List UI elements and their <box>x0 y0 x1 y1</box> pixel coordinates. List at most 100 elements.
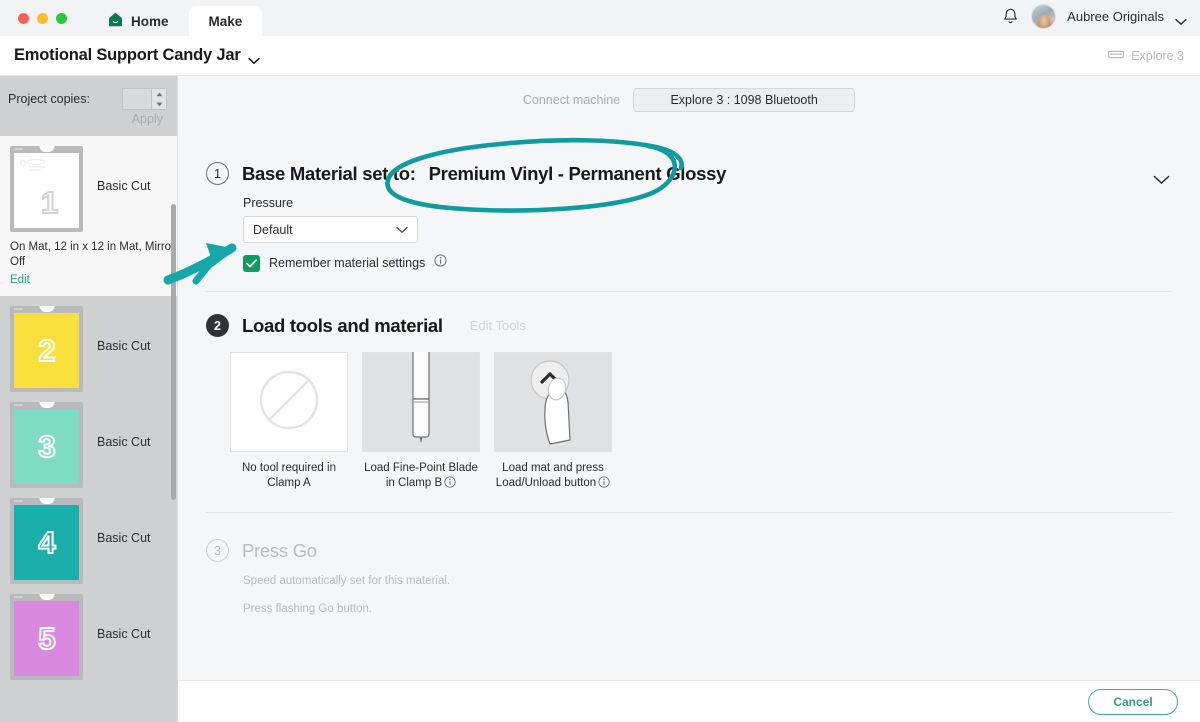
mat-notch <box>39 498 54 504</box>
stepper-buttons[interactable] <box>151 89 166 109</box>
tool-cards: No tool required in Clamp A Load Fine-Po… <box>230 352 1172 493</box>
mat-notch <box>39 594 54 600</box>
step-1-chevron-down-icon[interactable] <box>1153 172 1170 190</box>
list-item[interactable]: 4 Basic Cut <box>0 488 177 584</box>
edit-tools-button[interactable]: Edit Tools <box>470 318 526 333</box>
press-load-button-icon <box>514 354 592 451</box>
mat-tick <box>14 596 23 598</box>
mat-tick <box>14 148 23 150</box>
mat-label: Basic Cut <box>97 435 151 449</box>
mat-thumbnail[interactable]: 4 <box>10 498 83 584</box>
remember-material-info-icon[interactable] <box>434 254 447 272</box>
machine-select[interactable]: Explore 3 : 1098 Bluetooth <box>633 88 856 112</box>
clamp-b-info-icon[interactable] <box>444 476 456 491</box>
mat-notch <box>39 306 54 312</box>
step-3-press-go: 3 Press Go Speed automatically set for t… <box>178 539 1200 615</box>
project-copies-label: Project copies: <box>8 92 90 106</box>
tool-card-clamp-a: No tool required in Clamp A <box>230 352 348 493</box>
mat-notch <box>39 402 54 408</box>
machine-status-badge[interactable]: Explore 3 <box>1108 49 1184 63</box>
mat-thumbnail[interactable]: 1 <box>10 146 83 232</box>
project-copies-value[interactable] <box>123 89 151 109</box>
divider <box>206 291 1172 292</box>
step-3-title: Press Go <box>242 539 317 561</box>
apply-copies-button[interactable]: Apply <box>132 112 163 126</box>
mat-label: Basic Cut <box>97 339 151 353</box>
minimize-window-button[interactable] <box>37 13 48 24</box>
mat-number: 4 <box>37 524 56 561</box>
make-panel: Connect machine Explore 3 : 1098 Bluetoo… <box>178 76 1200 680</box>
mat-thumbnail[interactable]: 5 <box>10 594 83 680</box>
fine-point-blade-icon <box>396 352 446 452</box>
stepper-up-button[interactable] <box>152 89 166 99</box>
tool-card-caption: Load Fine-Point Blade in Clamp B <box>364 462 478 491</box>
mat-number: 5 <box>37 620 56 657</box>
titlebar-right-group: Aubree Originals <box>1001 4 1187 29</box>
close-window-button[interactable] <box>18 13 29 24</box>
project-menu-chevron-down-icon[interactable] <box>247 52 260 64</box>
footer-bar: Cancel <box>178 680 1200 722</box>
tool-card-caption: Load mat and press Load/Unload button <box>494 461 612 493</box>
mats-sidebar: Project copies: Apply 1 Basic Cut On Mat… <box>0 76 178 722</box>
machine-badge-label: Explore 3 <box>1131 48 1184 63</box>
avatar[interactable] <box>1031 4 1057 29</box>
mat-notch <box>39 146 54 152</box>
tab-home-label: Home <box>131 13 169 29</box>
remember-material-checkbox[interactable] <box>243 254 260 272</box>
mat-tick <box>14 404 23 406</box>
material-name[interactable]: Premium Vinyl - Permanent Glossy <box>429 163 727 185</box>
cancel-button[interactable]: Cancel <box>1088 689 1178 715</box>
mat-number: 2 <box>37 332 56 369</box>
step-1-title: Base Material set to: <box>242 162 416 184</box>
user-name: Aubree Originals <box>1067 9 1164 24</box>
step-2-title: Load tools and material <box>242 314 443 336</box>
remember-material-row: Remember material settings <box>243 254 1172 272</box>
home-icon <box>107 11 124 31</box>
project-copies-stepper[interactable] <box>122 88 167 110</box>
edit-mat-button[interactable]: Edit <box>10 274 30 286</box>
mat-number: 1 <box>40 184 59 221</box>
window-controls[interactable] <box>0 13 67 36</box>
tab-make[interactable]: Make <box>188 6 263 36</box>
tool-card-image <box>362 352 480 452</box>
mat-number: 3 <box>37 428 56 465</box>
mat-thumbnail[interactable]: 3 <box>10 402 83 488</box>
mat-label: Basic Cut <box>97 627 151 641</box>
step-2-badge: 2 <box>206 314 229 337</box>
project-copies-bar: Project copies: Apply <box>0 76 177 136</box>
tool-card-load-mat: Load mat and press Load/Unload button <box>494 352 612 493</box>
list-item[interactable]: 2 Basic Cut <box>0 296 177 392</box>
chevron-down-icon[interactable] <box>1175 13 1187 26</box>
load-mat-info-icon[interactable] <box>598 476 610 491</box>
tab-home[interactable]: Home <box>87 6 189 36</box>
connect-machine-label: Connect machine <box>522 93 621 107</box>
remember-material-label: Remember material settings <box>269 256 426 270</box>
connect-machine-row: Connect machine Explore 3 : 1098 Bluetoo… <box>178 76 1200 112</box>
design-space-window: Home Make Aubree Originals Emotional Sup… <box>0 0 1200 722</box>
list-item[interactable]: 3 Basic Cut <box>0 392 177 488</box>
list-item[interactable]: 5 Basic Cut <box>0 584 177 680</box>
bell-icon[interactable] <box>1001 7 1020 26</box>
machine-icon <box>1108 49 1125 63</box>
mats-list[interactable]: 1 Basic Cut On Mat, 12 in x 12 in Mat, M… <box>0 136 177 722</box>
step-1-base-material: 1 Base Material set to: Premium Vinyl - … <box>178 162 1200 272</box>
step-1-badge: 1 <box>206 162 229 185</box>
mats-scrollbar[interactable] <box>171 204 176 500</box>
mat-label: Basic Cut <box>97 531 151 545</box>
list-item[interactable]: 1 Basic Cut On Mat, 12 in x 12 in Mat, M… <box>0 136 177 296</box>
project-header: Emotional Support Candy Jar Explore 3 <box>0 36 1200 76</box>
maximize-window-button[interactable] <box>56 13 67 24</box>
pressure-label: Pressure <box>243 196 294 210</box>
tool-card-image <box>494 352 612 452</box>
stepper-down-button[interactable] <box>152 99 166 109</box>
page-title: Emotional Support Candy Jar <box>14 46 241 64</box>
tool-card-clamp-b: Load Fine-Point Blade in Clamp B <box>362 352 480 493</box>
mat-thumbnail[interactable]: 2 <box>10 306 83 392</box>
step-3-speed-note: Speed automatically set for this materia… <box>243 575 451 587</box>
step-2-load-tools: 2 Load tools and material Edit Tools No … <box>178 314 1200 493</box>
mat-label: Basic Cut <box>97 179 151 193</box>
pressure-select[interactable]: Default <box>243 216 418 243</box>
tool-card-image <box>230 352 348 452</box>
pressure-block: Pressure Default Remember material setti… <box>243 196 1172 272</box>
tool-card-caption: No tool required in Clamp A <box>242 462 336 489</box>
